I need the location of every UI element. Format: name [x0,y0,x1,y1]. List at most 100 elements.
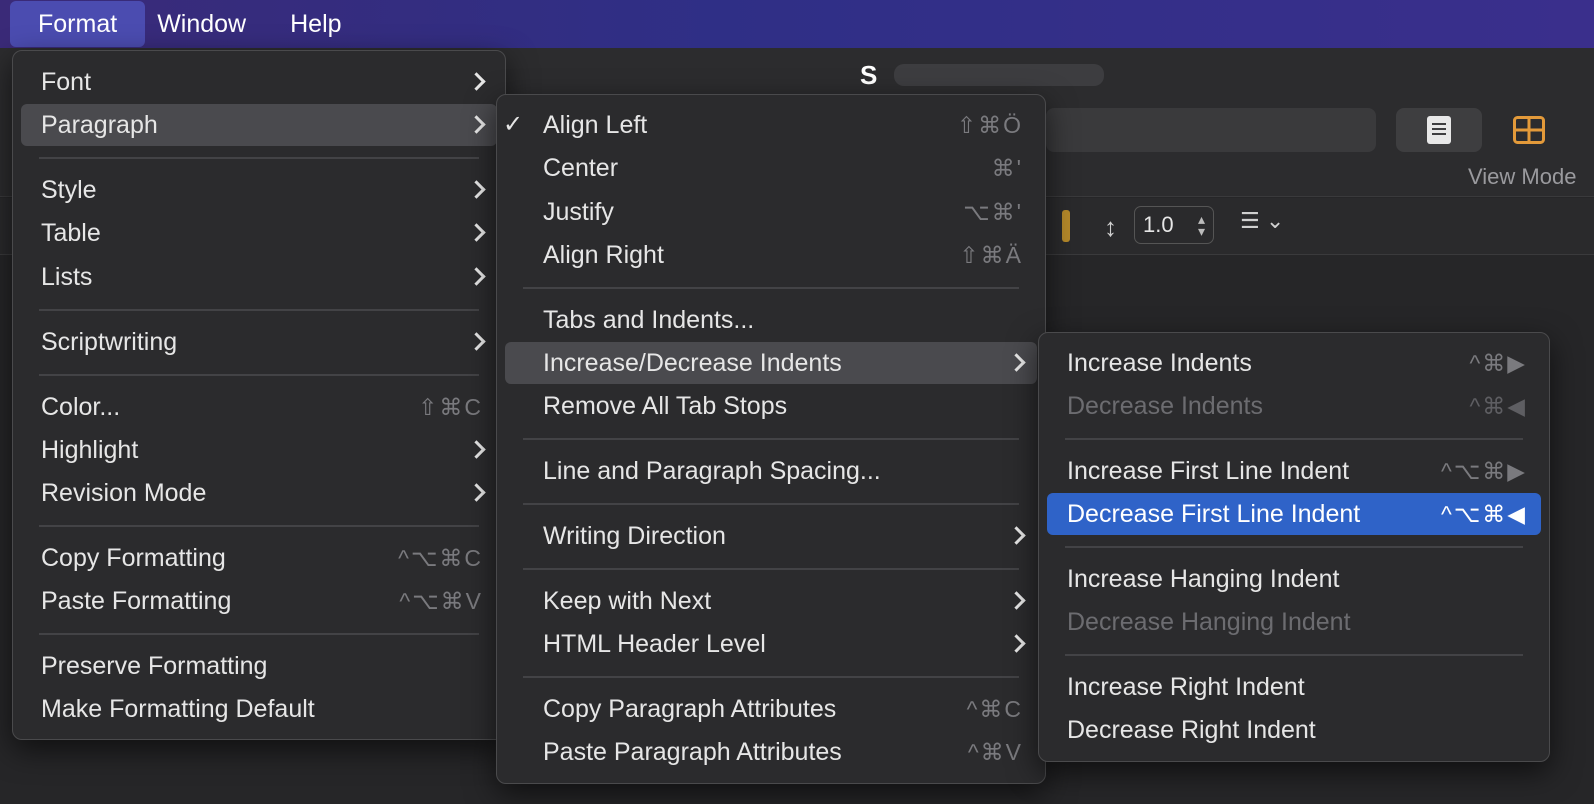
menubar-help[interactable]: Help [268,1,363,47]
menu-item-decrease-indents: Decrease Indents ^⌘◀ [1047,385,1541,427]
window-title-blurred [894,64,1104,86]
menu-item-font[interactable]: Font [21,61,497,103]
keyboard-shortcut: ^⌘▶ [1469,349,1527,376]
menu-item-make-formatting-default[interactable]: Make Formatting Default [21,688,497,730]
menubar-format[interactable]: Format [10,1,146,47]
menu-item-remove-all-tab-stops[interactable]: Remove All Tab Stops [505,385,1037,427]
line-height-stepper[interactable]: 1.0 ▴ ▾ [1134,206,1214,244]
keyboard-shortcut: ⇧⌘Ä [959,241,1023,268]
keyboard-shortcut: ^⌥⌘V [399,587,483,614]
menu-item-lists[interactable]: Lists [21,256,497,298]
menu-item-writing-direction[interactable]: Writing Direction [505,515,1037,557]
chevron-right-icon [467,332,486,351]
menu-item-increase-first-line-indent[interactable]: Increase First Line Indent ^⌥⌘▶ [1047,450,1541,492]
menu-item-label: Increase First Line Indent [1067,456,1350,485]
menu-separator [523,287,1019,289]
chevron-right-icon [467,267,486,286]
menu-separator [39,309,479,311]
menu-item-label: Copy Paragraph Attributes [543,694,837,723]
keyboard-shortcut: ^⌘V [967,738,1023,765]
menu-separator [39,157,479,159]
menu-item-preserve-formatting[interactable]: Preserve Formatting [21,645,497,687]
stepper-arrows-icon[interactable]: ▴ ▾ [1198,212,1205,238]
menu-item-increase-indents[interactable]: Increase Indents ^⌘▶ [1047,342,1541,384]
paragraph-submenu: ✓ Align Left ⇧⌘Ö Center ⌘' Justify ⌥⌘' A… [496,94,1046,784]
menu-item-label: HTML Header Level [543,629,766,658]
keyboard-shortcut: ⇧⌘Ö [956,111,1023,138]
menubar-window[interactable]: Window [145,1,268,47]
menu-item-label: Copy Formatting [41,543,226,572]
menu-item-label: Center [543,153,619,182]
menu-item-paragraph[interactable]: Paragraph [21,104,497,146]
menu-item-table[interactable]: Table [21,212,497,254]
menu-item-style[interactable]: Style [21,169,497,211]
menu-item-decrease-right-indent[interactable]: Decrease Right Indent [1047,709,1541,751]
menu-item-line-paragraph-spacing[interactable]: Line and Paragraph Spacing... [505,450,1037,492]
menu-item-align-left[interactable]: ✓ Align Left ⇧⌘Ö [503,104,1037,146]
menu-item-color[interactable]: Color... ⇧⌘C [21,386,497,428]
chevron-right-icon [467,180,486,199]
menu-item-copy-formatting[interactable]: Copy Formatting ^⌥⌘C [21,537,497,579]
keyboard-shortcut: ^⌥⌘◀ [1441,500,1527,527]
menu-bar: Format Window Help [0,0,1594,48]
menu-item-label: Style [41,175,97,204]
menu-item-keep-with-next[interactable]: Keep with Next [505,580,1037,622]
search-field[interactable] [1046,108,1376,152]
keyboard-shortcut: ⌥⌘' [963,198,1023,225]
view-mode-label: View Mode [1468,164,1577,189]
menu-item-increase-decrease-indents[interactable]: Increase/Decrease Indents [505,342,1037,384]
grid-view-button[interactable] [1486,108,1572,152]
keyboard-shortcut: ^⌘◀ [1469,392,1527,419]
menu-item-label: Lists [41,262,93,291]
chevron-right-icon [1007,353,1026,372]
chevron-right-icon [467,72,486,91]
keyboard-shortcut: ⇧⌘C [418,393,483,420]
keyboard-shortcut: ^⌥⌘C [398,544,483,571]
keyboard-shortcut: ^⌥⌘▶ [1441,457,1527,484]
line-height-icon: ↕ [1104,212,1117,242]
checkmark-icon: ✓ [502,111,524,138]
menu-item-label: Revision Mode [41,478,207,507]
menu-item-html-header-level[interactable]: HTML Header Level [505,623,1037,665]
document-view-icon [1427,116,1451,144]
menu-separator [1065,654,1523,656]
chevron-right-icon [467,483,486,502]
menu-item-scriptwriting[interactable]: Scriptwriting [21,321,497,363]
format-menu: Font Paragraph Style Table Lists Scriptw… [12,50,506,740]
menu-item-label: Color... [41,392,121,421]
chevron-right-icon [1007,591,1026,610]
menu-item-copy-paragraph-attributes[interactable]: Copy Paragraph Attributes ^⌘C [505,688,1037,730]
menu-item-decrease-first-line-indent[interactable]: Decrease First Line Indent ^⌥⌘◀ [1047,493,1541,535]
menu-item-highlight[interactable]: Highlight [21,429,497,471]
document-view-button[interactable] [1396,108,1482,152]
chevron-right-icon [467,440,486,459]
menu-item-decrease-hanging-indent: Decrease Hanging Indent [1047,601,1541,643]
menu-item-label: Align Right [543,240,664,269]
menu-item-label: Preserve Formatting [41,651,268,680]
menu-separator [523,503,1019,505]
menu-item-label: Writing Direction [543,521,726,550]
menu-item-label: Highlight [41,435,139,464]
menu-separator [1065,546,1523,548]
menu-item-label: Scriptwriting [41,327,178,356]
menu-item-increase-right-indent[interactable]: Increase Right Indent [1047,666,1541,708]
menu-item-center[interactable]: Center ⌘' [505,147,1037,189]
menu-item-label: Tabs and Indents... [543,305,755,334]
menu-item-label: Table [41,218,101,247]
menu-item-label: Increase/Decrease Indents [543,348,842,377]
list-style-button[interactable]: ☰ ⌄ [1240,208,1284,234]
menu-item-tabs-and-indents[interactable]: Tabs and Indents... [505,299,1037,341]
highlight-color-swatch[interactable] [1062,210,1070,242]
menu-item-paste-formatting[interactable]: Paste Formatting ^⌥⌘V [21,580,497,622]
menu-item-paste-paragraph-attributes[interactable]: Paste Paragraph Attributes ^⌘V [505,731,1037,773]
menu-item-increase-hanging-indent[interactable]: Increase Hanging Indent [1047,558,1541,600]
menu-item-label: Decrease First Line Indent [1067,499,1361,528]
grid-view-icon [1513,116,1545,144]
menu-item-label: Increase Right Indent [1067,672,1305,701]
menu-item-label: Increase Hanging Indent [1067,564,1340,593]
chevron-right-icon [1007,634,1026,653]
menu-item-label: Paragraph [41,110,158,139]
menu-item-align-right[interactable]: Align Right ⇧⌘Ä [505,234,1037,276]
menu-item-justify[interactable]: Justify ⌥⌘' [505,191,1037,233]
menu-item-revision-mode[interactable]: Revision Mode [21,472,497,514]
